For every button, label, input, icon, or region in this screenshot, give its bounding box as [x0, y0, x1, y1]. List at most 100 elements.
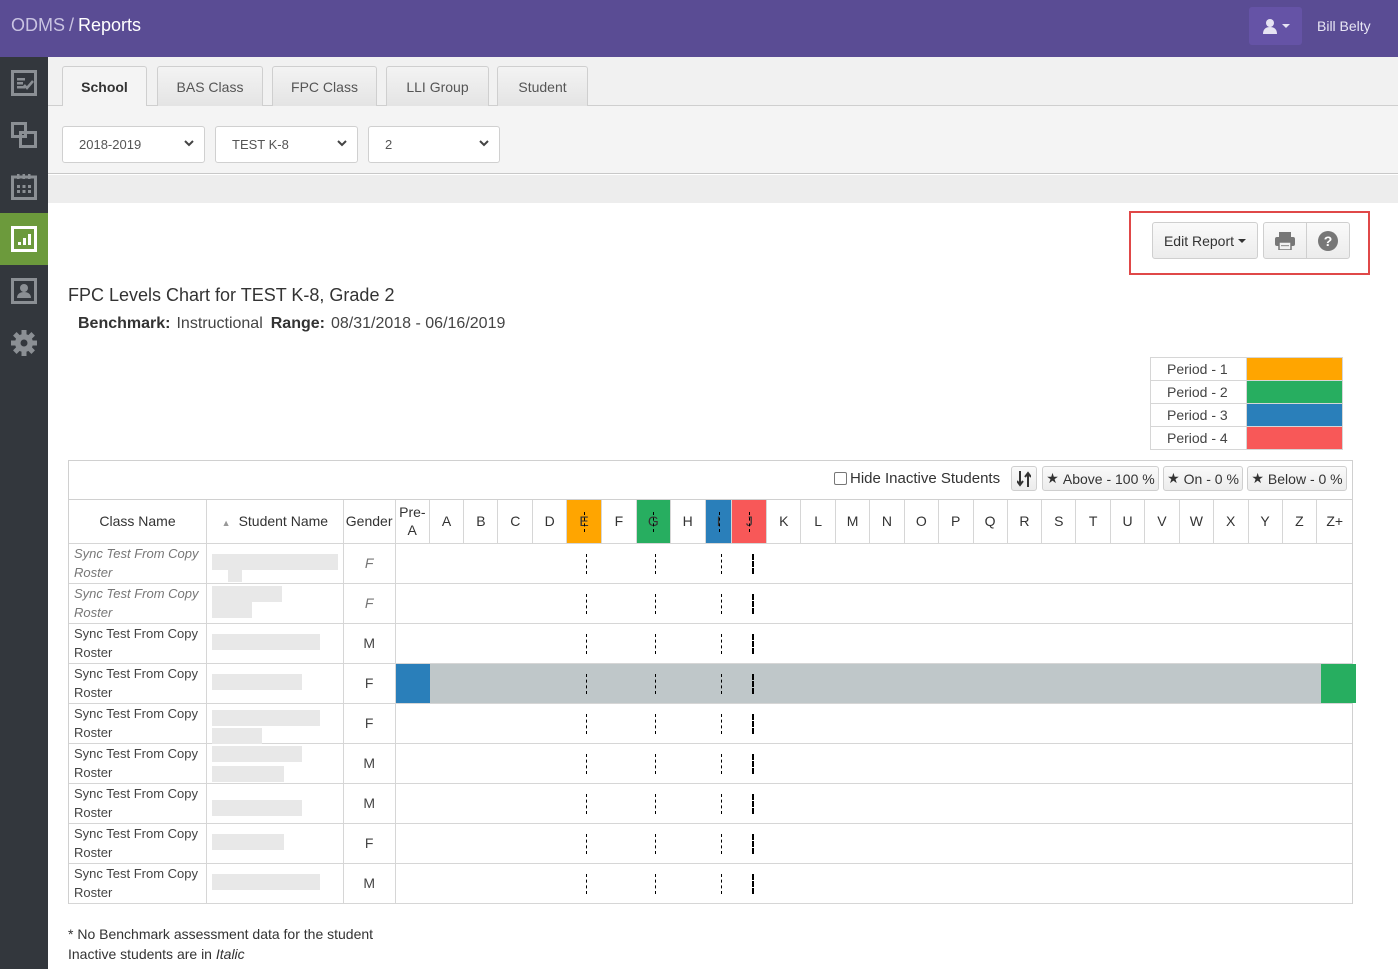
breadcrumb-root[interactable]: ODMS	[11, 15, 65, 35]
above-filter-button[interactable]: ★ Above - 100 %	[1042, 466, 1159, 491]
user-icon	[1262, 19, 1277, 34]
tab-lli-group[interactable]: LLI Group	[386, 66, 489, 106]
progress-bar[interactable]	[395, 663, 1356, 703]
student-name-cell[interactable]	[206, 662, 344, 704]
table-row[interactable]: Sync Test From Copy Roster F	[69, 702, 1352, 744]
tab-school[interactable]: School	[62, 66, 147, 107]
level-header-z-plus: Z+	[1316, 500, 1352, 544]
level-header-u: U	[1110, 500, 1145, 544]
level-label: W	[1189, 513, 1203, 530]
levels-table: Class Name ▲ Student Name Gender Pre-A A B C…	[69, 500, 1356, 904]
level-header-f: F	[600, 500, 637, 544]
benchmark-marker	[584, 512, 586, 532]
school-select[interactable]: TEST K-8	[215, 126, 358, 163]
level-header-i: I	[704, 500, 733, 544]
sort-asc-icon: ▲	[221, 518, 231, 529]
column-header-gender[interactable]: Gender	[342, 500, 396, 544]
help-button[interactable]: ?	[1306, 222, 1350, 259]
tab-fpc-class[interactable]: FPC Class	[272, 66, 377, 106]
benchmark-marker	[751, 793, 754, 814]
sort-button[interactable]	[1011, 466, 1037, 491]
benchmark-marker	[751, 753, 754, 774]
year-select[interactable]: 2018-2019	[62, 126, 205, 163]
table-row[interactable]: Sync Test From Copy Roster M	[69, 742, 1352, 784]
level-header-j: J	[731, 500, 768, 544]
sidebar	[0, 57, 48, 969]
student-name-cell[interactable]	[206, 862, 344, 904]
class-name: Sync Test From Copy Roster	[74, 626, 199, 660]
level-label: D	[544, 513, 555, 530]
level-header-l: L	[800, 500, 837, 544]
sidebar-item-settings[interactable]	[0, 317, 48, 369]
hide-inactive-checkbox[interactable]: Hide Inactive Students	[834, 470, 1000, 487]
level-track	[394, 742, 1352, 784]
class-name: Sync Test From Copy Roster	[74, 866, 199, 900]
calendar-icon	[11, 174, 37, 200]
help-icon: ?	[1318, 230, 1338, 251]
benchmark-marker	[751, 833, 754, 854]
benchmark-marker	[585, 873, 587, 894]
gender: M	[363, 795, 375, 811]
gender: F	[364, 835, 374, 851]
table-row[interactable]: Sync Test From Copy Roster F	[69, 542, 1352, 584]
class-name-cell: Sync Test From Copy Roster	[69, 822, 208, 864]
benchmark-marker	[751, 713, 754, 734]
student-name-cell[interactable]	[206, 782, 344, 824]
table-row[interactable]: Sync Test From Copy Roster F	[69, 582, 1352, 624]
breadcrumb: ODMS / Reports	[11, 15, 141, 36]
top-navbar: ODMS / Reports Bill Belty	[0, 0, 1398, 57]
redacted-name	[228, 565, 243, 582]
level-track	[394, 582, 1352, 624]
tab-bas-class[interactable]: BAS Class	[157, 66, 263, 106]
level-label: Pre-A	[399, 504, 426, 539]
edit-report-button[interactable]: Edit Report	[1152, 222, 1258, 259]
level-track	[394, 542, 1352, 584]
user-menu-button[interactable]	[1249, 7, 1302, 45]
level-label: M	[846, 513, 859, 530]
sidebar-item-reports[interactable]	[0, 213, 48, 265]
level-track	[394, 622, 1352, 664]
student-name-cell[interactable]	[206, 822, 344, 864]
legend-row: Period - 2	[1150, 380, 1343, 404]
sidebar-item-calendar[interactable]	[0, 161, 48, 213]
class-name: Sync Test From Copy Roster	[74, 786, 199, 820]
benchmark-marker	[720, 713, 722, 734]
school-select-value: TEST K-8	[232, 137, 289, 152]
end-level-marker	[1320, 663, 1356, 703]
table-row[interactable]: Sync Test From Copy Roster F	[69, 822, 1352, 864]
student-name-cell[interactable]	[206, 702, 344, 744]
print-button[interactable]	[1263, 222, 1307, 259]
legend-row: Period - 4	[1150, 426, 1343, 450]
class-name-cell: Sync Test From Copy Roster	[69, 662, 208, 704]
student-name-cell[interactable]	[206, 742, 344, 784]
user-name[interactable]: Bill Belty	[1317, 18, 1371, 34]
redacted-name	[212, 673, 303, 690]
sidebar-item-students[interactable]	[0, 265, 48, 317]
table-row[interactable]: Sync Test From Copy Roster M	[69, 862, 1352, 904]
tab-student[interactable]: Student	[497, 66, 588, 106]
benchmark-marker	[585, 833, 587, 854]
student-name-cell[interactable]	[206, 582, 344, 624]
gender-cell: F	[342, 822, 396, 864]
footnotes: * No Benchmark assessment data for the s…	[68, 924, 373, 964]
level-track	[394, 702, 1352, 744]
table-row[interactable]: Sync Test From Copy Roster M	[69, 622, 1352, 664]
level-label: V	[1157, 513, 1167, 530]
column-header-class-name[interactable]: Class Name	[69, 500, 208, 544]
table-row[interactable]: Sync Test From Copy Roster F	[69, 662, 1356, 704]
class-name: Sync Test From Copy Roster	[74, 706, 199, 740]
checkbox-box[interactable]	[834, 472, 847, 485]
below-filter-button[interactable]: ★ Below - 0 %	[1247, 466, 1347, 491]
student-name-cell[interactable]	[206, 542, 344, 584]
level-header-v: V	[1143, 500, 1180, 544]
table-row[interactable]: Sync Test From Copy Roster M	[69, 782, 1352, 824]
sidebar-item-assessments[interactable]	[0, 57, 48, 109]
benchmark-marker	[751, 553, 754, 574]
grid-toolbar: Hide Inactive Students ★ Above - 100 % ★ O…	[69, 461, 1352, 500]
level-header-q: Q	[972, 500, 1008, 544]
student-name-cell[interactable]	[206, 622, 344, 664]
sidebar-item-groups[interactable]	[0, 109, 48, 161]
on-filter-button[interactable]: ★ On - 0 %	[1163, 466, 1243, 491]
grade-select[interactable]: 2	[368, 126, 500, 163]
column-header-student-name[interactable]: ▲ Student Name	[206, 500, 344, 544]
